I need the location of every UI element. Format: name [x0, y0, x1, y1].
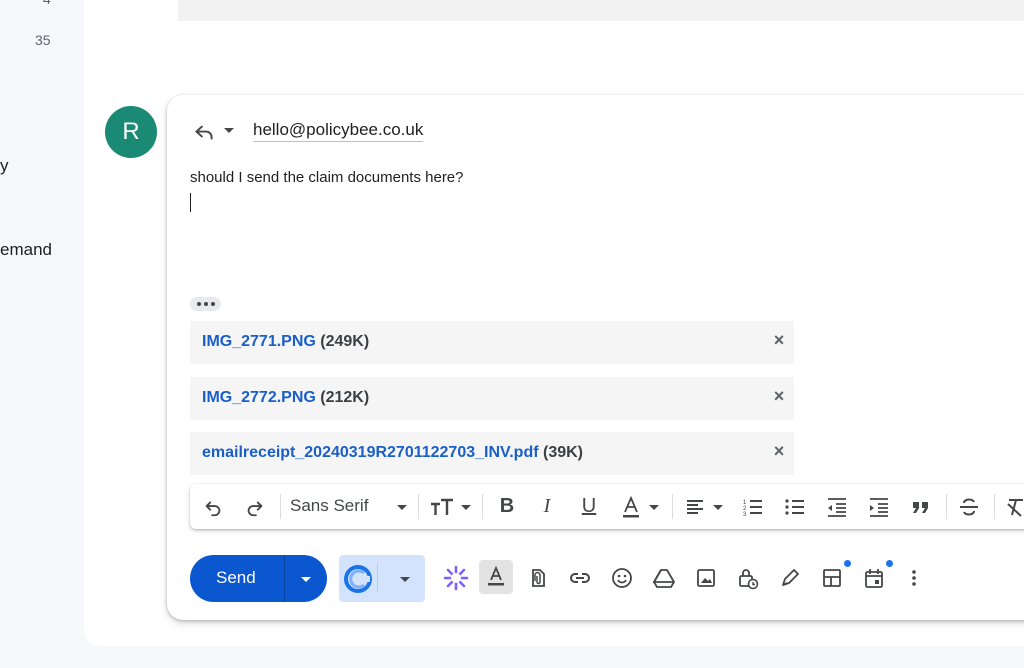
insert-photo-icon[interactable] [691, 563, 721, 593]
schedule-send-dropdown[interactable] [285, 555, 327, 602]
attachment-chip[interactable]: IMG_2772.PNG (212K) × [190, 377, 794, 420]
message-body[interactable]: should I send the claim documents here? [190, 169, 464, 186]
chevron-down-icon [400, 576, 410, 582]
bold-icon[interactable]: B [494, 484, 520, 529]
chevron-down-icon [301, 576, 311, 582]
emoji-icon[interactable] [607, 563, 637, 593]
chevron-down-icon[interactable] [458, 484, 474, 529]
attachment-size: (39K) [543, 444, 584, 461]
chevron-down-icon[interactable] [646, 484, 662, 529]
previous-message-area [178, 0, 1024, 21]
font-family-select[interactable]: Sans Serif [290, 496, 368, 516]
attachment-size: (212K) [320, 389, 370, 406]
chevron-down-icon[interactable] [710, 484, 726, 529]
svg-text:3: 3 [743, 512, 747, 518]
extension-send-button[interactable] [339, 555, 425, 602]
attachment-name[interactable]: IMG_2771.PNG [202, 333, 316, 350]
toolbar-divider [280, 494, 281, 519]
show-trimmed-content-button[interactable] [190, 297, 221, 311]
extension-dropdown[interactable] [385, 555, 425, 602]
avatar: R [105, 106, 157, 158]
reply-type-dropdown-icon[interactable] [221, 120, 237, 140]
confidential-mode-icon[interactable] [733, 563, 763, 593]
attachment-name-row: IMG_2771.PNG (249K) [202, 333, 369, 351]
insert-link-icon[interactable] [565, 563, 595, 593]
remove-attachment-icon[interactable]: × [772, 331, 786, 349]
recipient-chip[interactable]: hello@policybee.co.uk [253, 120, 424, 142]
calendar-event-icon[interactable] [859, 563, 889, 593]
underline-icon[interactable]: U [576, 484, 602, 529]
sidebar-label-fragment[interactable]: emand [0, 240, 52, 260]
extension-logo-icon [343, 564, 373, 594]
signature-pen-icon[interactable] [775, 563, 805, 593]
toolbar-divider [672, 494, 673, 519]
attachment-name-row: emailreceipt_20240319R2701122703_INV.pdf… [202, 444, 583, 462]
send-button[interactable]: Send [190, 555, 327, 602]
formatting-toolbar: Sans Serif B I U 123 [190, 484, 1024, 529]
undo-icon[interactable] [200, 484, 226, 529]
toolbar-divider [418, 494, 419, 519]
sparkle-icon[interactable] [441, 563, 471, 593]
extension-divider [377, 564, 378, 593]
chevron-down-icon[interactable] [392, 484, 412, 529]
italic-icon[interactable]: I [534, 484, 560, 529]
formatting-options-icon[interactable] [479, 560, 513, 594]
attach-file-icon[interactable] [523, 563, 553, 593]
remove-formatting-icon[interactable] [1002, 484, 1024, 529]
bulleted-list-icon[interactable] [782, 484, 808, 529]
remove-attachment-icon[interactable]: × [772, 442, 786, 460]
indent-more-icon[interactable] [866, 484, 892, 529]
attachment-chip[interactable]: emailreceipt_20240319R2701122703_INV.pdf… [190, 432, 794, 475]
send-label: Send [216, 568, 256, 587]
indent-less-icon[interactable] [824, 484, 850, 529]
new-feature-dot [844, 560, 851, 567]
font-size-icon[interactable] [428, 484, 456, 529]
left-sidebar: 4 35 y emand [0, 0, 84, 668]
attachment-size: (249K) [320, 333, 370, 350]
drive-icon[interactable] [649, 563, 679, 593]
new-feature-dot [886, 560, 893, 567]
attachment-name[interactable]: emailreceipt_20240319R2701122703_INV.pdf [202, 444, 539, 461]
sidebar-count: 35 [35, 32, 51, 48]
attachment-name-row: IMG_2772.PNG (212K) [202, 389, 369, 407]
redo-icon[interactable] [242, 484, 268, 529]
attachment-chip[interactable]: IMG_2771.PNG (249K) × [190, 321, 794, 364]
remove-attachment-icon[interactable]: × [772, 387, 786, 405]
attachment-name[interactable]: IMG_2772.PNG [202, 389, 316, 406]
toolbar-divider [946, 494, 947, 519]
sidebar-label-fragment[interactable]: y [0, 156, 9, 176]
text-color-icon[interactable] [618, 484, 644, 529]
align-icon[interactable] [682, 484, 708, 529]
sidebar-count-top: 4 [43, 0, 51, 7]
numbered-list-icon[interactable]: 123 [740, 484, 766, 529]
more-options-icon[interactable] [899, 563, 929, 593]
strikethrough-icon[interactable] [956, 484, 982, 529]
toolbar-divider [994, 494, 995, 519]
quote-icon[interactable] [908, 484, 934, 529]
toolbar-divider [482, 494, 483, 519]
text-cursor [190, 193, 191, 212]
layouts-icon[interactable] [817, 563, 847, 593]
reply-icon[interactable] [191, 118, 217, 144]
